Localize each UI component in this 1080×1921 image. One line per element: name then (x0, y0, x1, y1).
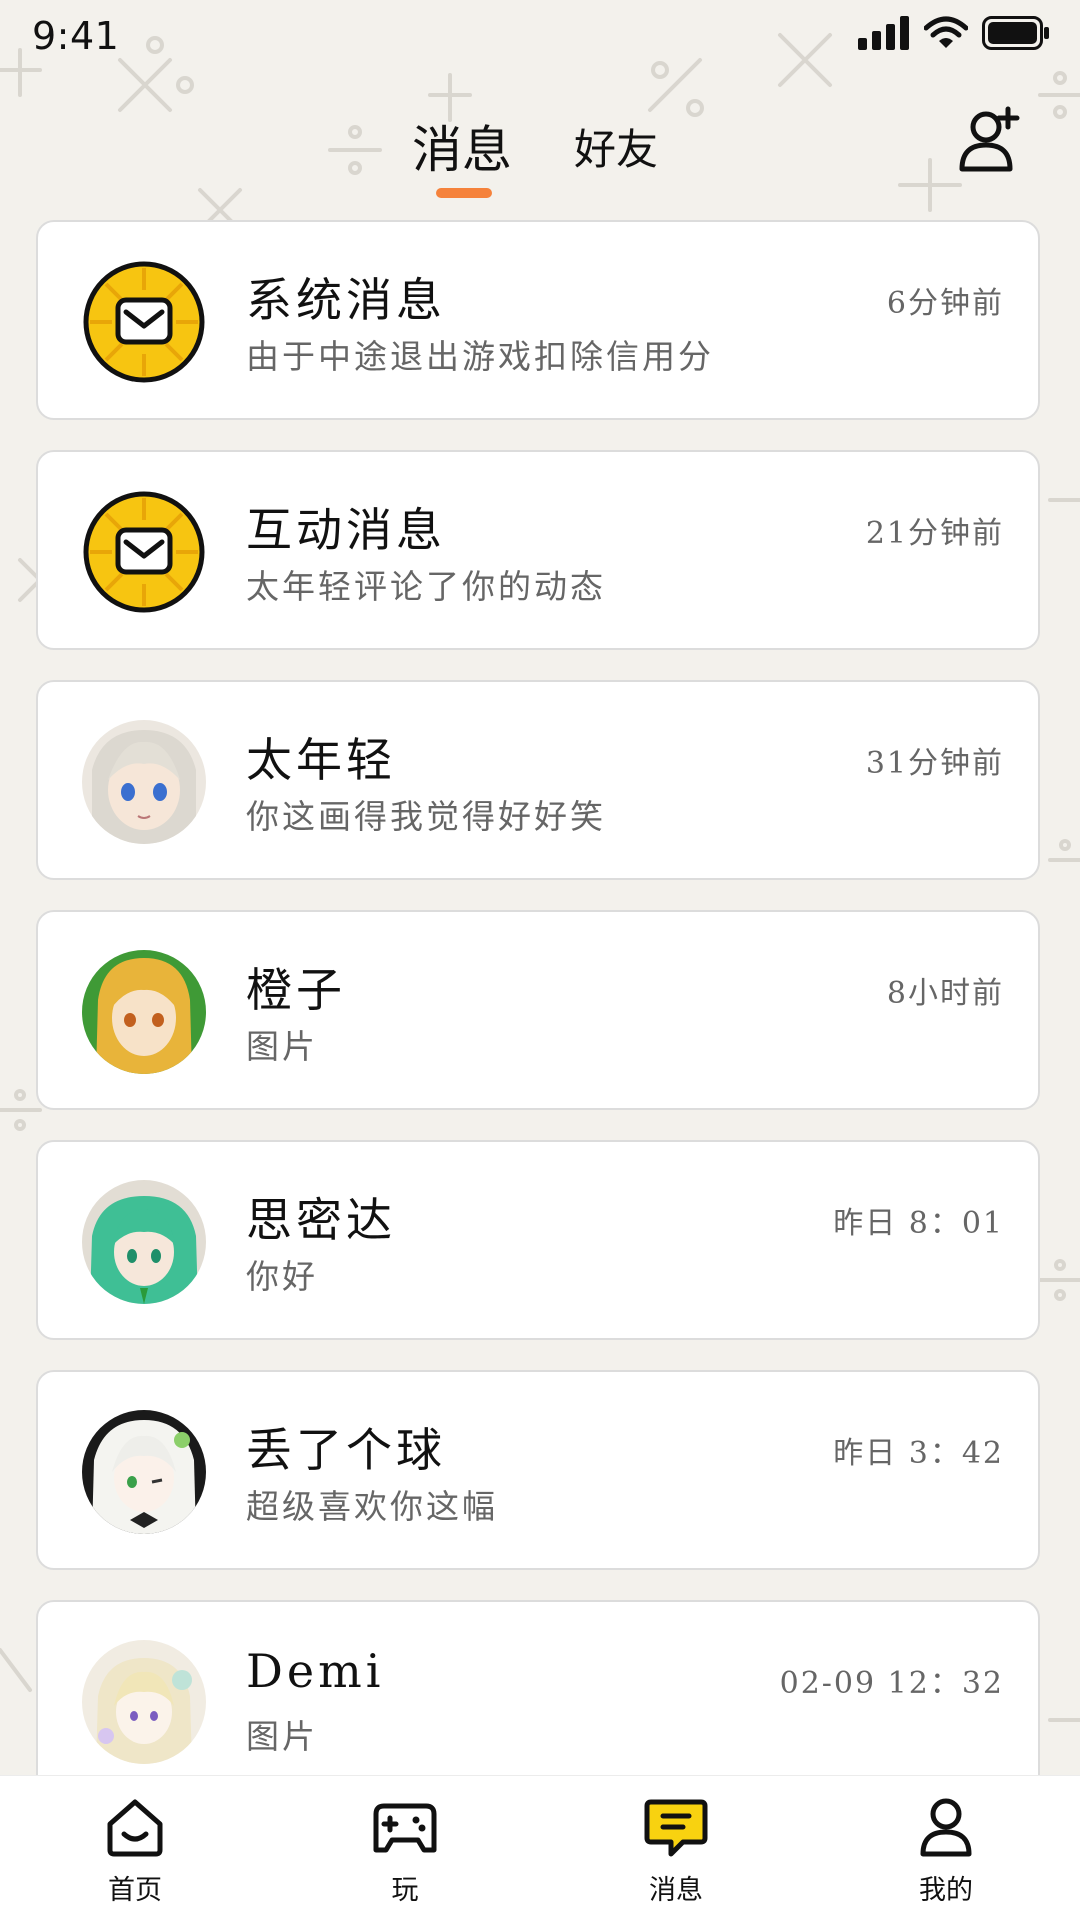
tab-messages[interactable]: 消息 (412, 110, 512, 182)
conversation-preview: 你好 (246, 1257, 318, 1296)
nav-label-play: 玩 (391, 1875, 419, 1906)
nav-item-home[interactable]: 首页 (75, 1796, 195, 1916)
conversation-item[interactable]: 丢了个球 超级喜欢你这幅 昨日 3：42 (36, 1370, 1040, 1570)
add-friend-icon[interactable] (956, 105, 1028, 177)
user-avatar (82, 720, 206, 844)
conversation-preview: 你这画得我觉得好好笑 (246, 797, 606, 836)
nav-item-play[interactable]: 玩 (345, 1796, 465, 1916)
conversation-item[interactable]: 思密达 你好 昨日 8：01 (36, 1140, 1040, 1340)
home-icon (107, 1799, 163, 1857)
conversation-item-interaction[interactable]: 互动消息 太年轻评论了你的动态 21分钟前 (36, 450, 1040, 650)
nav-item-profile[interactable]: 我的 (886, 1796, 1006, 1916)
conversation-time: 昨日 8：01 (833, 1206, 1004, 1241)
signal-icon (858, 16, 909, 50)
conversation-preview: 太年轻评论了你的动态 (246, 567, 606, 606)
profile-icon (920, 1798, 972, 1857)
conversation-name: 系统消息 (246, 273, 446, 327)
conversation-name: 互动消息 (246, 503, 446, 557)
status-icons (858, 16, 1050, 50)
wifi-icon (924, 16, 968, 48)
user-avatar (82, 1410, 206, 1534)
battery-icon (982, 16, 1049, 50)
conversation-name: 思密达 (246, 1193, 396, 1247)
message-icon (644, 1799, 708, 1857)
conversation-item-system[interactable]: 系统消息 由于中途退出游戏扣除信用分 6分钟前 (36, 220, 1040, 420)
mail-badge-icon (83, 261, 205, 383)
conversation-name: 太年轻 (246, 733, 396, 787)
nav-label-home: 首页 (108, 1875, 162, 1906)
nav-label-messages: 消息 (649, 1875, 703, 1906)
conversation-name: 橙子 (246, 963, 346, 1017)
conversation-time: 昨日 3：42 (833, 1436, 1004, 1471)
nav-item-messages[interactable]: 消息 (616, 1796, 736, 1916)
conversation-time: 31分钟前 (865, 746, 1004, 781)
nav-label-profile: 我的 (919, 1875, 973, 1906)
conversation-list: 系统消息 由于中途退出游戏扣除信用分 6分钟前 互动消息 太年轻评论了你的动态 … (36, 220, 1044, 1775)
conversation-time: 02-09 12：32 (779, 1666, 1004, 1701)
conversation-name: Demi (246, 1644, 385, 1698)
user-avatar (82, 950, 206, 1074)
tab-friends[interactable]: 好友 (574, 116, 658, 177)
gamepad-icon (373, 1803, 437, 1853)
conversation-item[interactable]: 橙子 图片 8小时前 (36, 910, 1040, 1110)
top-tabs: 消息 好友 (0, 110, 1080, 200)
bottom-navigation: 首页 玩 消息 我的 (0, 1775, 1080, 1921)
status-time: 9:41 (32, 14, 120, 58)
active-tab-indicator (436, 188, 492, 198)
user-avatar (82, 1640, 206, 1764)
conversation-time: 21分钟前 (865, 516, 1004, 551)
conversation-preview: 图片 (246, 1027, 318, 1066)
conversation-preview: 图片 (246, 1717, 318, 1756)
conversation-name: 丢了个球 (246, 1423, 446, 1477)
conversation-preview: 由于中途退出游戏扣除信用分 (246, 337, 714, 376)
user-avatar (82, 1180, 206, 1304)
conversation-item[interactable]: 太年轻 你这画得我觉得好好笑 31分钟前 (36, 680, 1040, 880)
status-bar: 9:41 (0, 0, 1080, 80)
mail-badge-icon (83, 491, 205, 613)
conversation-item[interactable]: Demi 图片 02-09 12：32 (36, 1600, 1040, 1775)
conversation-preview: 超级喜欢你这幅 (246, 1487, 498, 1526)
conversation-time: 6分钟前 (886, 286, 1004, 321)
conversation-time: 8小时前 (886, 976, 1004, 1011)
